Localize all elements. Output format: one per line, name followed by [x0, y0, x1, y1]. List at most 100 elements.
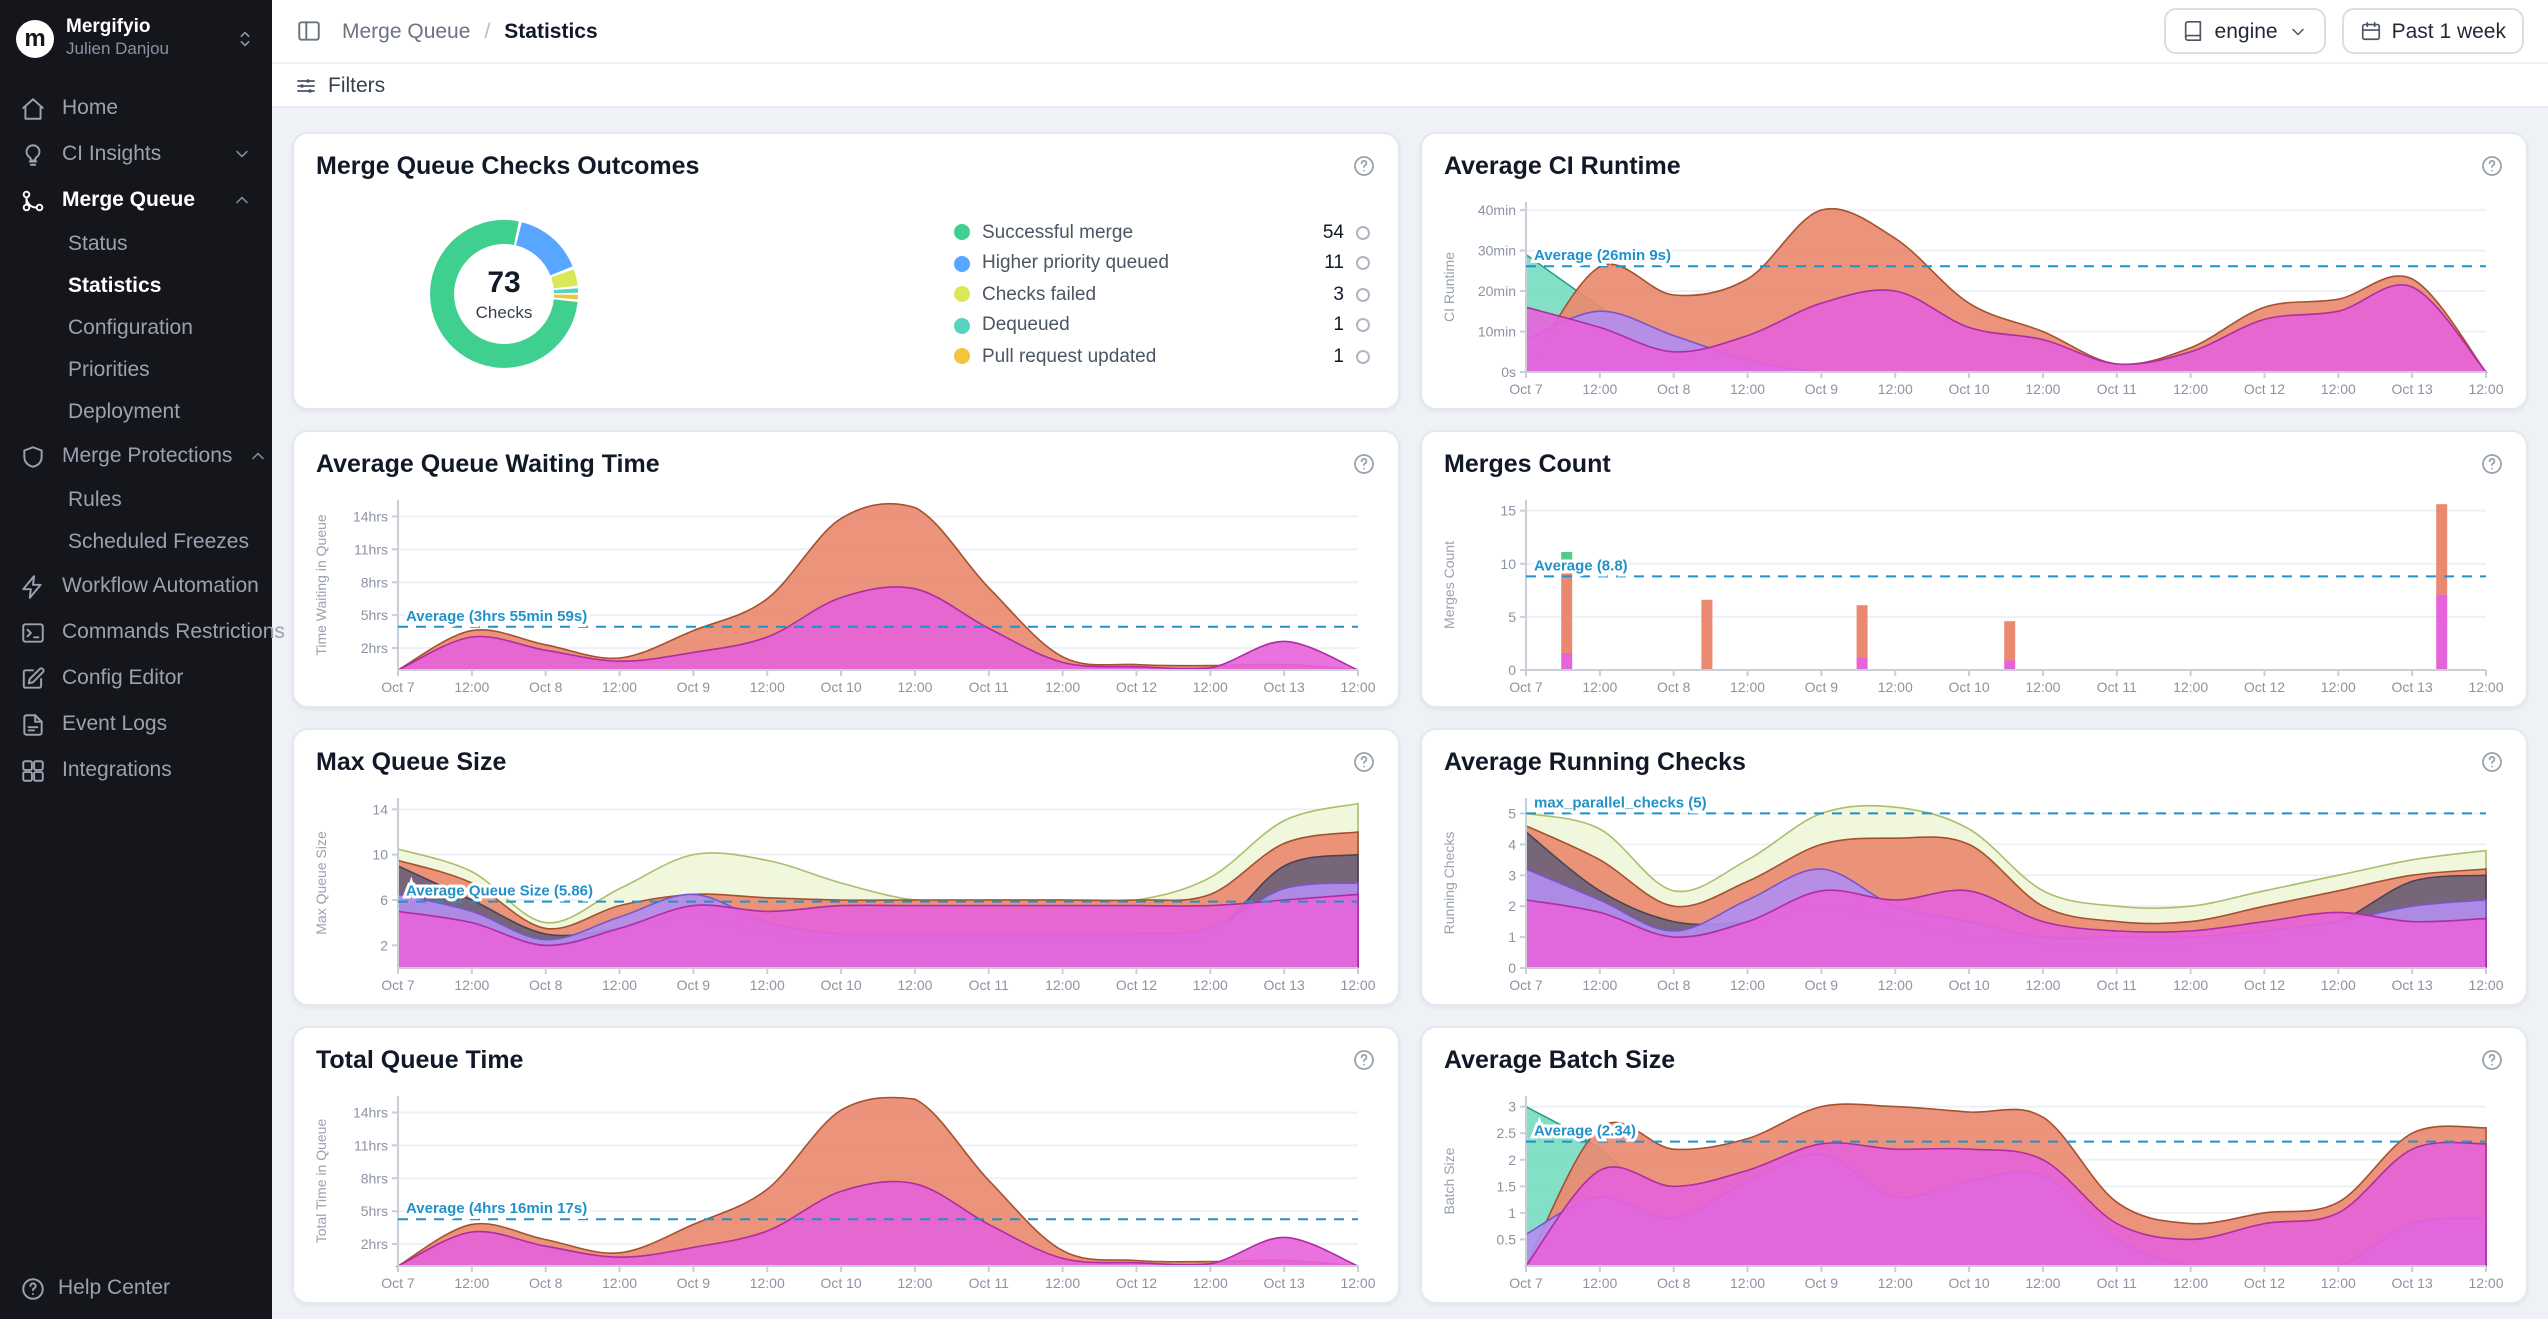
svg-text:12:00: 12:00: [1045, 1274, 1080, 1290]
sidebar-item-rules[interactable]: Rules: [0, 479, 272, 521]
max-queue-size-chart[interactable]: 261014Oct 712:00Oct 812:00Oct 912:00Oct …: [306, 782, 1382, 996]
svg-text:Oct 7: Oct 7: [1509, 977, 1543, 993]
checks-outcomes-donut[interactable]: 73 Checks: [394, 191, 614, 399]
svg-text:12:00: 12:00: [454, 1274, 489, 1290]
svg-text:10min: 10min: [1478, 324, 1516, 340]
visibility-toggle-icon[interactable]: [1356, 226, 1370, 240]
svg-text:10: 10: [1500, 556, 1516, 572]
legend-item[interactable]: Dequeued1: [954, 315, 1370, 337]
help-icon[interactable]: [2480, 750, 2504, 774]
svg-text:Oct 10: Oct 10: [820, 679, 861, 695]
editor-icon: [20, 665, 46, 691]
svg-text:12:00: 12:00: [897, 679, 932, 695]
card-title: Average Running Checks: [1444, 748, 1746, 776]
svg-text:20min: 20min: [1478, 283, 1516, 299]
svg-text:Oct 8: Oct 8: [1657, 381, 1691, 397]
queue-waiting-chart[interactable]: 2hrs5hrs8hrs11hrs14hrsOct 712:00Oct 812:…: [306, 484, 1382, 698]
svg-text:12:00: 12:00: [1582, 679, 1617, 695]
sidebar-item-deployment[interactable]: Deployment: [0, 391, 272, 433]
shield-icon: [20, 443, 46, 469]
svg-text:12:00: 12:00: [2468, 1274, 2503, 1290]
breadcrumb-merge-queue[interactable]: Merge Queue: [342, 19, 470, 43]
sidebar-item-workflow-automation[interactable]: Workflow Automation: [0, 563, 272, 609]
svg-text:12:00: 12:00: [1340, 977, 1375, 993]
help-icon[interactable]: [1352, 1047, 1376, 1071]
sidebar-item-event-logs[interactable]: Event Logs: [0, 701, 272, 747]
svg-text:3: 3: [1508, 867, 1516, 883]
svg-text:Oct 13: Oct 13: [2392, 381, 2433, 397]
svg-text:Time Waiting in Queue: Time Waiting in Queue: [313, 514, 329, 656]
sidebar-item-commands-restrictions[interactable]: Commands Restrictions: [0, 609, 272, 655]
sidebar-item-config-editor[interactable]: Config Editor: [0, 655, 272, 701]
total-queue-time-chart[interactable]: 2hrs5hrs8hrs11hrs14hrsOct 712:00Oct 812:…: [306, 1079, 1382, 1293]
batch-size-chart[interactable]: 0.511.522.53Oct 712:00Oct 812:00Oct 912:…: [1434, 1079, 2510, 1293]
visibility-toggle-icon[interactable]: [1356, 257, 1370, 271]
svg-text:12:00: 12:00: [2025, 977, 2060, 993]
visibility-toggle-icon[interactable]: [1356, 288, 1370, 302]
svg-text:Total Time in Queue: Total Time in Queue: [313, 1118, 329, 1243]
sidebar-toggle-icon[interactable]: [296, 18, 322, 44]
sidebar-item-merge-queue[interactable]: Merge Queue: [0, 177, 272, 223]
calendar-icon: [2360, 20, 2382, 42]
filters-button[interactable]: Filters: [294, 73, 385, 97]
svg-text:14hrs: 14hrs: [353, 508, 388, 524]
svg-text:12:00: 12:00: [1582, 381, 1617, 397]
sidebar-item-scheduled-freezes[interactable]: Scheduled Freezes: [0, 521, 272, 563]
help-icon[interactable]: [1352, 452, 1376, 476]
svg-text:12:00: 12:00: [1582, 977, 1617, 993]
svg-text:12:00: 12:00: [1878, 1274, 1913, 1290]
legend-item[interactable]: Checks failed3: [954, 284, 1370, 306]
card-max-queue-size: Max Queue Size 261014Oct 712:00Oct 812:0…: [292, 728, 1400, 1006]
insights-icon: [20, 141, 46, 167]
card-title: Average Batch Size: [1444, 1045, 1675, 1073]
help-icon[interactable]: [2480, 452, 2504, 476]
sidebar-item-ci-insights[interactable]: CI Insights: [0, 131, 272, 177]
home-icon: [20, 95, 46, 121]
visibility-toggle-icon[interactable]: [1356, 319, 1370, 333]
help-icon[interactable]: [1352, 750, 1376, 774]
merges-count-chart[interactable]: 051015Oct 712:00Oct 812:00Oct 912:00Oct …: [1434, 484, 2510, 698]
svg-text:Oct 13: Oct 13: [1264, 1274, 1305, 1290]
svg-text:30min: 30min: [1478, 243, 1516, 259]
running-checks-chart[interactable]: 012345Oct 712:00Oct 812:00Oct 912:00Oct …: [1434, 782, 2510, 996]
ci-runtime-chart[interactable]: 0s10min20min30min40minOct 712:00Oct 812:…: [1434, 186, 2510, 400]
svg-text:2: 2: [1508, 898, 1516, 914]
sidebar-item-merge-protections[interactable]: Merge Protections: [0, 433, 272, 479]
svg-text:Oct 12: Oct 12: [1116, 679, 1157, 695]
svg-text:Oct 9: Oct 9: [677, 1274, 711, 1290]
help-icon[interactable]: [2480, 154, 2504, 178]
svg-text:Oct 10: Oct 10: [1948, 381, 1989, 397]
svg-text:0.5: 0.5: [1497, 1231, 1517, 1247]
visibility-toggle-icon[interactable]: [1356, 350, 1370, 364]
card-average-running-checks: Average Running Checks 012345Oct 712:00O…: [1420, 728, 2528, 1006]
org-switcher[interactable]: m Mergifyio Julien Danjou: [0, 0, 272, 73]
repo-select-button[interactable]: engine: [2165, 8, 2326, 54]
date-range-button[interactable]: Past 1 week: [2342, 8, 2524, 54]
sidebar-item-configuration[interactable]: Configuration: [0, 307, 272, 349]
sidebar-item-integrations[interactable]: Integrations: [0, 747, 272, 793]
help-center-link[interactable]: Help Center: [20, 1275, 170, 1301]
sidebar-item-statistics[interactable]: Statistics: [0, 265, 272, 307]
help-icon[interactable]: [1352, 154, 1376, 178]
sidebar-item-status[interactable]: Status: [0, 223, 272, 265]
legend-label: Higher priority queued: [982, 253, 1304, 275]
help-center-label: Help Center: [58, 1276, 170, 1300]
svg-text:Running Checks: Running Checks: [1441, 831, 1457, 934]
chevron-down-icon: [232, 144, 252, 164]
card-title: Merges Count: [1444, 450, 1611, 478]
legend-item[interactable]: Pull request updated1: [954, 346, 1370, 368]
legend-item[interactable]: Successful merge54: [954, 222, 1370, 244]
help-icon[interactable]: [2480, 1047, 2504, 1071]
svg-text:Oct 9: Oct 9: [1805, 977, 1839, 993]
svg-text:Oct 11: Oct 11: [969, 977, 1009, 993]
svg-text:2: 2: [1508, 1151, 1516, 1167]
legend-item[interactable]: Higher priority queued11: [954, 253, 1370, 275]
sidebar-item-home[interactable]: Home: [0, 85, 272, 131]
svg-text:12:00: 12:00: [2321, 381, 2356, 397]
breadcrumb-separator: /: [484, 19, 490, 43]
svg-text:11hrs: 11hrs: [354, 541, 388, 557]
svg-text:12:00: 12:00: [1582, 1274, 1617, 1290]
sidebar-item-priorities[interactable]: Priorities: [0, 349, 272, 391]
sidebar-item-label: Config Editor: [62, 666, 183, 690]
svg-text:Oct 12: Oct 12: [2244, 679, 2285, 695]
